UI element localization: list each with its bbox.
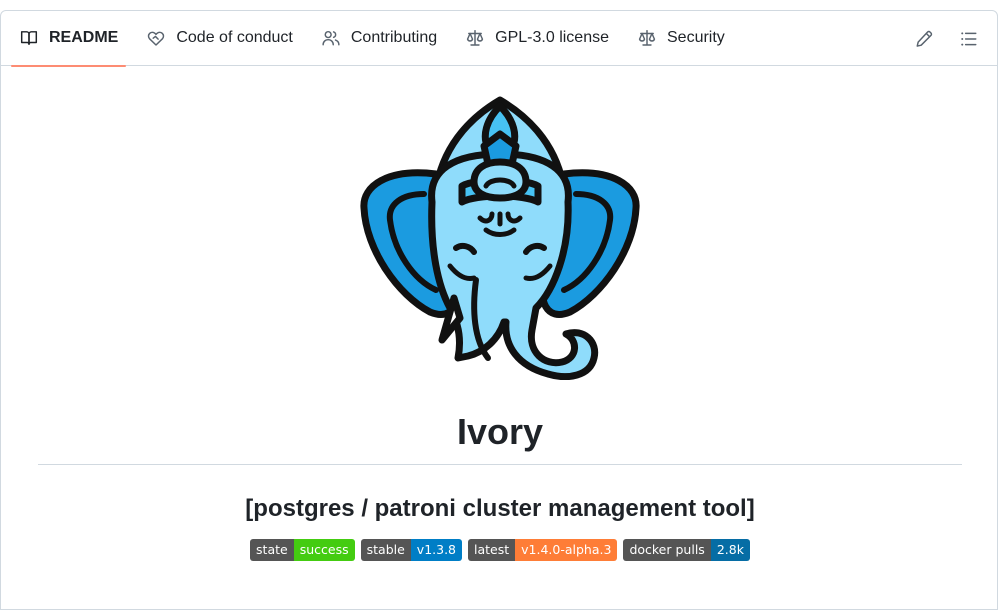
badge-latest[interactable]: latest v1.4.0-alpha.3 [468,539,618,561]
tab-label: README [49,29,119,46]
badge-label: latest [468,539,516,561]
badge-row: state success stable v1.3.8 latest v1.4.… [0,539,1000,561]
pencil-icon [915,30,933,48]
readme-actions [895,11,985,66]
badge-value: 2.8k [710,539,750,561]
code-of-conduct-icon [146,28,166,48]
badge-value: success [293,539,355,561]
book-icon [19,28,39,48]
tab-license[interactable]: GPL-3.0 license [457,11,617,66]
badge-value: v1.4.0-alpha.3 [515,539,618,561]
people-icon [321,28,341,48]
edit-button[interactable] [908,23,940,55]
ivory-elephant-logo [360,96,640,380]
badge-stable[interactable]: stable v1.3.8 [360,539,462,561]
badge-docker-pulls[interactable]: docker pulls 2.8k [623,539,750,561]
tab-label: Code of conduct [176,29,293,46]
readme-tabbar: README Code of conduct Contributing GPL-… [1,11,997,67]
badge-state[interactable]: state success [250,539,355,561]
badge-label: state [250,539,294,561]
tab-code-of-conduct[interactable]: Code of conduct [138,11,301,66]
tab-contributing[interactable]: Contributing [313,11,445,66]
badge-label: docker pulls [623,539,711,561]
tab-readme[interactable]: README [11,11,127,67]
badge-label: stable [360,539,411,561]
outline-button[interactable] [953,23,985,55]
tab-security[interactable]: Security [629,11,733,66]
badge-value: v1.3.8 [410,539,462,561]
law-icon [637,28,657,48]
tab-label: GPL-3.0 license [495,29,609,46]
tab-label: Security [667,29,725,46]
law-icon [465,28,485,48]
tab-label: Contributing [350,29,438,46]
list-unordered-icon [960,30,978,48]
